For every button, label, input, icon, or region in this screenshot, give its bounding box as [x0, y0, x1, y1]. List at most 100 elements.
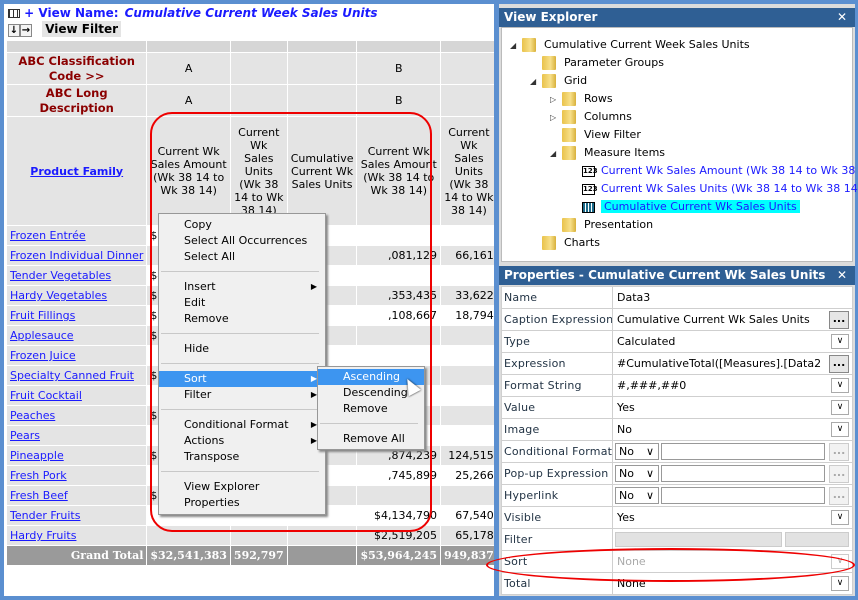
down-arrow-icon[interactable]: ↓	[8, 24, 20, 37]
data-cell[interactable]	[357, 346, 441, 365]
chevron-down-icon[interactable]: ∨	[831, 554, 849, 569]
menu-item-select-all[interactable]: Select All	[159, 249, 325, 265]
product-family-link[interactable]: Applesauce	[10, 329, 74, 342]
chevron-down-icon[interactable]: ∨	[831, 576, 849, 591]
tree-node[interactable]: 123 Current Wk Sales Amount (Wk 38 14 to …	[570, 162, 858, 179]
property-select[interactable]: No	[615, 443, 659, 460]
tree-node[interactable]: ▷ Columns	[550, 108, 632, 125]
property-value[interactable]: #,###,##0 ∨	[613, 375, 852, 396]
data-cell[interactable]	[441, 406, 494, 425]
abc-code-cell[interactable]	[230, 53, 287, 84]
collapse-icon[interactable]: ◢	[550, 145, 562, 162]
close-icon[interactable]: ✕	[837, 8, 847, 27]
property-value[interactable]: No ∨	[613, 419, 852, 440]
data-cell[interactable]: 25,266	[441, 466, 494, 485]
data-cell[interactable]: 67,540	[441, 506, 494, 525]
data-cell[interactable]: $4,134,790	[357, 506, 441, 525]
property-value[interactable]: None ∨	[613, 573, 852, 594]
menu-item-remove[interactable]: Remove	[159, 311, 325, 327]
product-family-link[interactable]: Frozen Juice	[10, 349, 76, 362]
property-value[interactable]: Cumulative Current Wk Sales Units...	[613, 309, 852, 330]
product-family-link[interactable]: Pineapple	[10, 449, 64, 462]
collapse-icon[interactable]: ◢	[510, 37, 522, 54]
abc-code-cell[interactable]	[441, 53, 494, 84]
data-cell[interactable]	[287, 526, 357, 545]
chevron-down-icon[interactable]: ∨	[831, 510, 849, 525]
data-cell[interactable]: ,745,899	[357, 466, 441, 485]
tree-node[interactable]: Cumulative Current Wk Sales Units	[570, 198, 800, 215]
filter-select[interactable]	[615, 532, 782, 547]
ellipsis-button[interactable]: ...	[829, 487, 849, 505]
data-cell[interactable]: 124,515	[441, 446, 494, 465]
menu-item-view-explorer[interactable]: View Explorer	[159, 479, 325, 495]
product-family-link[interactable]: Tender Vegetables	[10, 269, 111, 282]
product-family-link[interactable]: Fruit Fillings	[10, 309, 75, 322]
property-text-input[interactable]	[661, 487, 825, 504]
view-filter-label[interactable]: View Filter	[42, 21, 121, 37]
product-family-link[interactable]: Tender Fruits	[10, 509, 80, 522]
right-arrow-icon[interactable]: →	[20, 24, 32, 37]
menu-item-transpose[interactable]: Transpose	[159, 449, 325, 465]
tree-node[interactable]: 123 Current Wk Sales Units (Wk 38 14 to W…	[570, 180, 858, 197]
menu-item-edit[interactable]: Edit	[159, 295, 325, 311]
collapse-icon[interactable]: ◢	[530, 73, 542, 90]
property-value[interactable]: Calculated ∨	[613, 331, 852, 352]
menu-item-sort[interactable]: Sort ▶	[159, 371, 325, 387]
data-cell[interactable]	[357, 226, 441, 245]
submenu-item-remove[interactable]: Remove	[318, 401, 424, 417]
data-cell[interactable]: ,108,667	[357, 306, 441, 325]
submenu-item-remove-all[interactable]: Remove All	[318, 431, 424, 447]
chevron-down-icon[interactable]: ∨	[831, 378, 849, 393]
abc-desc-cell[interactable]: B	[357, 85, 441, 116]
data-cell[interactable]	[357, 266, 441, 285]
data-cell[interactable]	[441, 386, 494, 405]
data-cell[interactable]	[441, 486, 494, 505]
property-value[interactable]: Data3	[613, 287, 852, 308]
menu-item-hide[interactable]: Hide	[159, 341, 325, 357]
close-icon[interactable]: ✕	[837, 266, 847, 285]
tree-node[interactable]: ◢ Measure Items	[550, 144, 665, 161]
data-cell[interactable]: $2,519,205	[357, 526, 441, 545]
property-select[interactable]: No	[615, 465, 659, 482]
data-cell[interactable]	[441, 266, 494, 285]
menu-item-insert[interactable]: Insert ▶	[159, 279, 325, 295]
chevron-down-icon[interactable]: ∨	[831, 400, 849, 415]
measure-header[interactable]: Current Wk Sales Amount (Wk 38 14 to Wk …	[147, 117, 230, 225]
chevron-down-icon[interactable]: ∨	[831, 334, 849, 349]
menu-item-actions[interactable]: Actions ▶	[159, 433, 325, 449]
data-cell[interactable]	[357, 326, 441, 345]
product-family-header[interactable]: Product Family	[30, 165, 123, 178]
property-text-input[interactable]	[661, 465, 825, 482]
product-family-link[interactable]: Hardy Vegetables	[10, 289, 107, 302]
product-family-link[interactable]: Fresh Pork	[10, 469, 67, 482]
property-value[interactable]: Yes ∨	[613, 397, 852, 418]
data-cell[interactable]	[230, 526, 287, 545]
tree-node[interactable]: Parameter Groups	[530, 54, 664, 71]
tree-node[interactable]: ▷ Rows	[550, 90, 613, 107]
product-family-link[interactable]: Hardy Fruits	[10, 529, 76, 542]
data-cell[interactable]	[147, 526, 230, 545]
property-value[interactable]: Yes ∨	[613, 507, 852, 528]
menu-item-copy[interactable]: Copy	[159, 217, 325, 233]
ellipsis-button[interactable]: ...	[829, 465, 849, 483]
tree-node[interactable]: ◢ Cumulative Current Week Sales Units	[510, 36, 750, 53]
data-cell[interactable]	[441, 366, 494, 385]
product-family-link[interactable]: Frozen Entrée	[10, 229, 86, 242]
measure-header[interactable]: Current Wk Sales Units (Wk 38 14 to Wk 3…	[441, 117, 494, 225]
abc-desc-cell[interactable]	[230, 85, 287, 116]
property-value[interactable]: None ∨	[613, 551, 852, 572]
property-value[interactable]: No...	[613, 485, 852, 506]
expand-icon[interactable]: ▷	[550, 91, 562, 108]
chevron-down-icon[interactable]: ∨	[831, 422, 849, 437]
menu-item-select-all-occurrences[interactable]: Select All Occurrences	[159, 233, 325, 249]
menu-item-filter[interactable]: Filter ▶	[159, 387, 325, 403]
measure-header[interactable]: Current Wk Sales Units (Wk 38 14 to Wk 3…	[230, 117, 287, 225]
product-family-link[interactable]: Specialty Canned Fruit	[10, 369, 134, 382]
abc-desc-cell[interactable]: A	[147, 85, 230, 116]
product-family-link[interactable]: Peaches	[10, 409, 55, 422]
product-family-link[interactable]: Fruit Cocktail	[10, 389, 82, 402]
property-select[interactable]: No	[615, 487, 659, 504]
property-value[interactable]: No...	[613, 463, 852, 484]
tree-node[interactable]: Presentation	[550, 216, 653, 233]
filter-input[interactable]	[785, 532, 849, 547]
